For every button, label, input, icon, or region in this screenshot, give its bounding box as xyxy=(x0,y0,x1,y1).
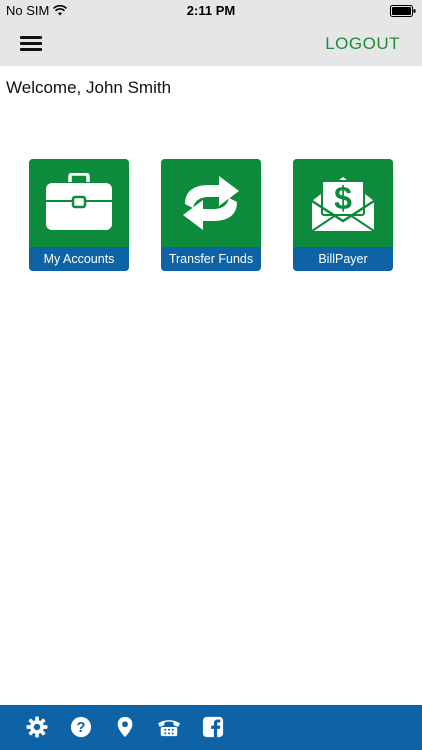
my-accounts-label: My Accounts xyxy=(29,247,129,271)
transfer-funds-tile[interactable]: Transfer Funds xyxy=(161,159,261,271)
logout-button[interactable]: LOGOUT xyxy=(325,34,400,54)
hamburger-menu-icon[interactable] xyxy=(18,33,44,55)
hamburger-line xyxy=(20,36,42,39)
dollar-envelope-icon: $ xyxy=(311,177,375,232)
welcome-text: Welcome, John Smith xyxy=(6,78,172,97)
briefcase-icon xyxy=(46,173,112,230)
refresh-arrows-icon xyxy=(183,176,239,230)
svg-text:$: $ xyxy=(334,180,352,216)
facebook-icon[interactable] xyxy=(202,716,224,738)
location-pin-icon[interactable] xyxy=(114,716,136,738)
status-time: 2:11 PM xyxy=(186,3,236,18)
tile-icon-area xyxy=(161,159,261,247)
transfer-funds-label: Transfer Funds xyxy=(161,247,261,271)
battery-icon xyxy=(390,5,416,17)
tile-icon-area: $ xyxy=(293,159,393,247)
help-icon[interactable]: ? xyxy=(70,716,92,738)
status-bar: No SIM 2:11 PM xyxy=(0,0,422,22)
hamburger-line xyxy=(20,42,42,45)
footer-bar: ? xyxy=(0,705,422,750)
billpayer-label: BillPayer xyxy=(293,247,393,271)
tile-icon-area xyxy=(29,159,129,247)
telephone-icon[interactable] xyxy=(156,716,182,738)
gear-icon[interactable] xyxy=(26,716,48,738)
my-accounts-tile[interactable]: My Accounts xyxy=(29,159,129,271)
billpayer-tile[interactable]: $ BillPayer xyxy=(293,159,393,271)
hamburger-line xyxy=(20,48,42,51)
nav-bar: LOGOUT xyxy=(0,22,422,66)
svg-text:?: ? xyxy=(77,720,86,736)
